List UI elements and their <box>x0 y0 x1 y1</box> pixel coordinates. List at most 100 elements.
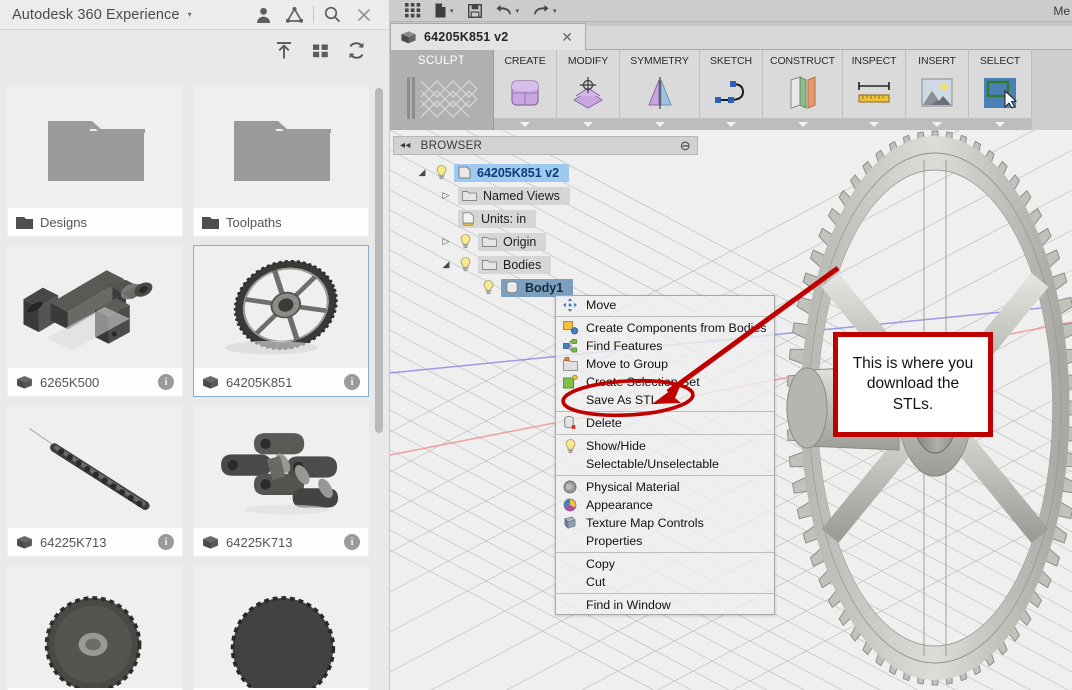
folder-icon <box>16 216 33 229</box>
tree-item-label: Bodies <box>503 257 542 272</box>
expand-arrow-icon[interactable]: ◢ <box>415 167 429 178</box>
menu-item-appearance[interactable]: Appearance <box>556 496 774 514</box>
expand-arrow-icon[interactable]: ▷ <box>439 190 453 201</box>
info-icon[interactable]: i <box>158 534 174 550</box>
search-icon[interactable] <box>317 2 348 28</box>
menu-item-move[interactable]: Move <box>556 296 774 314</box>
design-card-partial-b[interactable] <box>193 565 369 690</box>
refresh-icon[interactable] <box>346 40 366 60</box>
ribbon-group-label: CREATE <box>504 55 546 67</box>
ribbon-group-symmetry[interactable]: SYMMETRY <box>620 50 700 130</box>
menu-item-move-to-group[interactable]: Move to Group <box>556 355 774 373</box>
ribbon-group-construct[interactable]: CONSTRUCT <box>763 50 843 130</box>
collapse-icon[interactable]: ◂◂ <box>400 140 411 151</box>
context-menu[interactable]: Move Create Components from Bodies Find … <box>555 295 775 615</box>
tree-label[interactable]: 64205K851 v2 <box>454 163 570 182</box>
design-card-6265K500[interactable]: 6265K500 i <box>7 245 183 397</box>
ribbon-group-expander[interactable] <box>557 118 619 130</box>
ribbon-group-insert[interactable]: INSERT <box>906 50 969 130</box>
menu-item-texture-map-controls[interactable]: Texture Map Controls <box>556 514 774 532</box>
lightbulb-icon[interactable] <box>458 257 473 272</box>
ribbon-env-sculpt[interactable]: SCULPT <box>390 50 494 130</box>
ribbon-group-expander[interactable] <box>906 118 968 130</box>
tree-label[interactable]: Bodies <box>478 255 552 274</box>
expand-arrow-icon[interactable]: ◢ <box>439 259 453 270</box>
data-panel-grid: Designs Toolpaths 6265K500 i 64205K851 i… <box>0 78 389 690</box>
upload-icon[interactable] <box>274 40 294 60</box>
fusion-a360-icon[interactable] <box>279 2 310 28</box>
tree-item-named-views[interactable]: ▷ Named Views <box>393 184 698 207</box>
lightbulb-icon <box>562 438 578 454</box>
inspect-measure-icon <box>854 67 894 118</box>
menu-item-cut[interactable]: Cut <box>556 573 774 591</box>
lightbulb-icon[interactable] <box>481 280 496 295</box>
tree-label[interactable]: Origin <box>478 232 547 251</box>
close-icon[interactable] <box>348 2 379 28</box>
redo-icon[interactable]: ▾ <box>526 0 564 22</box>
ribbon-group-inspect[interactable]: INSPECT <box>843 50 906 130</box>
menu-item-create-selection-set[interactable]: Create Selection Set <box>556 373 774 391</box>
save-icon[interactable] <box>461 0 489 22</box>
info-icon[interactable]: i <box>158 374 174 390</box>
expand-arrow-icon[interactable]: ▷ <box>439 236 453 247</box>
ribbon-group-expander[interactable] <box>969 118 1031 130</box>
tree-label[interactable]: Body1 <box>501 278 574 297</box>
menubar-partial-text[interactable]: Me <box>1053 0 1070 22</box>
design-card-64225K713-b[interactable]: 64225K713 i <box>193 405 369 557</box>
tree-item-root[interactable]: ◢ 64205K851 v2 <box>393 161 698 184</box>
menu-item-physical-material[interactable]: Physical Material <box>556 478 774 496</box>
design-card-64205K851[interactable]: 64205K851 i <box>193 245 369 397</box>
chevron-down-icon[interactable]: ▾ <box>516 7 520 15</box>
minimize-icon[interactable]: ⊖ <box>680 138 691 154</box>
ribbon-group-create[interactable]: CREATE <box>494 50 557 130</box>
ribbon-group-sketch[interactable]: SKETCH <box>700 50 763 130</box>
ribbon-group-expander[interactable] <box>843 118 905 130</box>
menu-item-find-in-window[interactable]: Find in Window <box>556 596 774 614</box>
lightbulb-icon[interactable] <box>458 234 473 249</box>
menu-item-show-hide[interactable]: Show/Hide <box>556 437 774 455</box>
menu-item-label: Delete <box>586 416 622 430</box>
person-icon[interactable] <box>248 2 279 28</box>
new-file-icon[interactable]: ▾ <box>428 0 461 22</box>
folder-card-toolpaths[interactable]: Toolpaths <box>193 85 369 237</box>
folder-card-designs[interactable]: Designs <box>7 85 183 237</box>
menu-item-delete[interactable]: Delete <box>556 414 774 432</box>
menu-item-create-components-from-bodies[interactable]: Create Components from Bodies <box>556 319 774 337</box>
undo-icon[interactable]: ▾ <box>489 0 527 22</box>
menu-item-copy[interactable]: Copy <box>556 555 774 573</box>
menu-item-properties[interactable]: Properties <box>556 532 774 550</box>
chain-strand-render <box>28 427 150 511</box>
tree-item-bodies[interactable]: ◢ Bodies <box>393 253 698 276</box>
apps-grid-icon[interactable] <box>398 0 428 22</box>
appearance-icon <box>562 498 578 513</box>
design-thumbnail <box>8 566 182 688</box>
chevron-down-icon[interactable]: ▾ <box>450 7 454 15</box>
ribbon-group-select[interactable]: SELECT <box>969 50 1032 130</box>
tree-item-units[interactable]: Units: in <box>393 207 698 230</box>
lightbulb-icon[interactable] <box>434 165 449 180</box>
menu-item-find-features[interactable]: Find Features <box>556 337 774 355</box>
ribbon-group-expander[interactable] <box>700 118 762 130</box>
chevron-down-icon[interactable]: ▾ <box>553 7 557 15</box>
tree-item-origin[interactable]: ▷ Origin <box>393 230 698 253</box>
chevron-down-icon[interactable]: ▾ <box>188 10 192 19</box>
grid-view-icon[interactable] <box>310 40 330 60</box>
menu-item-selectable-unselectable[interactable]: Selectable/Unselectable <box>556 455 774 473</box>
card-label: Designs <box>8 208 182 236</box>
close-icon[interactable]: ✕ <box>555 29 579 46</box>
design-card-64225K713-a[interactable]: 64225K713 i <box>7 405 183 557</box>
ribbon-group-expander[interactable] <box>763 118 842 130</box>
ribbon-group-modify[interactable]: MODIFY <box>557 50 620 130</box>
data-panel-title: Autodesk 360 Experience <box>12 6 180 23</box>
tree-label[interactable]: Named Views <box>458 186 570 205</box>
ribbon-group-expander[interactable] <box>620 118 699 130</box>
info-icon[interactable]: i <box>344 374 360 390</box>
document-tab-64205K851[interactable]: 64205K851 v2 ✕ <box>390 23 586 50</box>
design-card-partial-a[interactable] <box>7 565 183 690</box>
info-icon[interactable]: i <box>344 534 360 550</box>
tree-label[interactable]: Units: in <box>458 209 537 228</box>
menu-item-save-as-stl[interactable]: Save As STL <box>556 391 774 409</box>
viewport-3d[interactable]: ◂◂ BROWSER ⊖ ◢ 64205K851 v2 ▷ Named View… <box>390 130 1072 690</box>
ribbon-group-expander[interactable] <box>494 118 556 130</box>
tree-item-label: Named Views <box>483 188 560 203</box>
